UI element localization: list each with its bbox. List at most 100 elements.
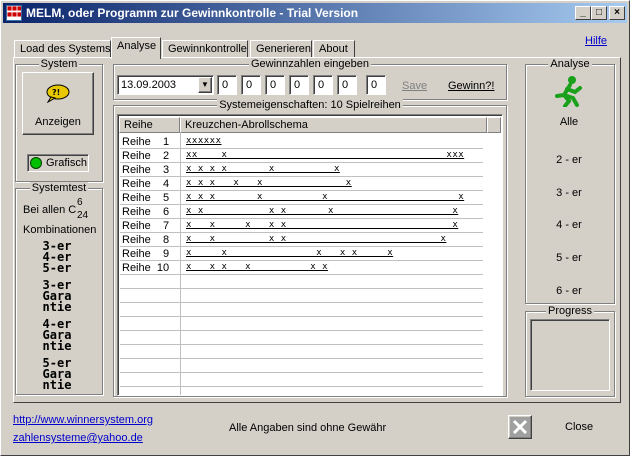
analyse-5er[interactable]: 5 - er [529,252,609,264]
disclaimer-text: Alle Angaben sind ohne Gewähr [229,422,387,434]
row-schema: x x x x x x [186,262,329,272]
number-field-3[interactable]: 0 [265,75,285,95]
table-row[interactable]: Reihe 4 x x x x x x [120,177,483,191]
column-header-reihe[interactable]: Reihe [119,117,180,133]
row-label: Reihe 1 [122,136,170,148]
row-label: Reihe 10 [122,262,170,274]
table-row[interactable]: Reihe 5 x x x x x x [120,191,483,205]
table-row[interactable]: Reihe 3 x x x x x x [120,163,483,177]
number-field-5[interactable]: 0 [313,75,333,95]
row-schema: x x x x x x [186,248,394,258]
c-top-value: 6 [77,197,83,208]
speech-bubble-icon: ?! [46,84,70,103]
row-label: Reihe 8 [122,234,170,246]
row-schema: x x x x x x [186,164,340,174]
zusatzzahl-field[interactable]: 0 [366,75,386,95]
analyse-2er[interactable]: 2 - er [529,154,609,166]
analyse-6er[interactable]: 6 - er [529,285,609,297]
tab-analyse[interactable]: Analyse [111,37,161,59]
table-row[interactable]: Reihe 1 xxxxxx [120,135,483,149]
green-status-icon [30,157,42,169]
table-row[interactable]: Reihe 7 x x x x x x [120,219,483,233]
test-5er-button[interactable]: 5-er [37,262,77,274]
grafisch-toggle[interactable]: Grafisch [27,154,89,172]
anzeigen-label: Anzeigen [35,116,81,128]
save-button[interactable]: Save [402,80,427,92]
systemeigenschaften-title: Systemeigenschaften: 10 Spielreihen [217,99,403,111]
dropdown-arrow-icon[interactable]: ▼ [198,77,212,93]
app-icon: ◼◼◼ ◼◼◼ [6,5,22,21]
minimize-button[interactable]: _ [575,6,591,20]
empty-row [120,373,483,387]
empty-row [120,317,483,331]
row-label: Reihe 6 [122,206,170,218]
row-schema: xxxxxx [186,136,222,146]
table-row[interactable]: Reihe 2 xx x xxx [120,149,483,163]
help-link[interactable]: Hilfe [585,35,607,47]
analyse-alle[interactable]: Alle [529,116,609,128]
row-schema: xx x xxx [186,150,465,160]
row-label: Reihe 2 [122,150,170,162]
row-schema: x x x x x x [186,192,465,202]
email-link[interactable]: zahlensysteme@yahoo.de [13,432,143,444]
c-bottom-value: 24 [77,210,89,221]
table-row[interactable]: Reihe 10 x x x x x x [120,261,483,275]
date-select[interactable]: 13.09.2003 ▼ [117,75,214,95]
website-link[interactable]: http://www.winnersystem.org [13,414,153,426]
anzeigen-button[interactable]: ?! Anzeigen [22,72,94,135]
system-group-title: System [38,58,80,70]
gewinnzahlen-title: Gewinnzahlen eingeben [248,58,372,70]
svg-text:?!: ?! [52,88,60,97]
row-label: Reihe 9 [122,248,170,260]
empty-row [120,289,483,303]
row-label: Reihe 3 [122,164,170,176]
close-window-button[interactable]: × [609,6,625,20]
table-row[interactable]: Reihe 8 x x x x x [120,233,483,247]
running-man-icon[interactable] [553,75,583,107]
title-bar: ◼◼◼ ◼◼◼ MELM, oder Programm zur Gewinnkon… [3,3,627,23]
app-window: ◼◼◼ ◼◼◼ MELM, oder Programm zur Gewinnkon… [0,0,630,456]
row-schema: x x x x x x [186,206,459,216]
bei-allen-label: Bei allen C [23,204,77,216]
empty-row [120,345,483,359]
empty-row [120,275,483,289]
garantie-4er-button[interactable]: 4-er Gara ntie [37,318,77,352]
tab-generieren[interactable]: Generieren [250,40,312,58]
garantie-3er-button[interactable]: 3-er Gara ntie [37,279,77,313]
grafisch-label: Grafisch [46,157,87,169]
close-button[interactable]: Close [565,421,593,433]
analyse-title: Analyse [548,58,592,70]
row-label: Reihe 7 [122,220,170,232]
systemtest-title: Systemtest [29,182,89,194]
close-icon [510,417,530,437]
table-row[interactable]: Reihe 6 x x x x x x [120,205,483,219]
tab-gewinnkontrolle[interactable]: Gewinnkontrolle [162,40,248,58]
row-label: Reihe 5 [122,192,170,204]
kombinationen-label: Kombinationen [23,224,97,236]
garantie-5er-button[interactable]: 5-er Gara ntie [37,357,77,391]
number-field-2[interactable]: 0 [241,75,261,95]
number-field-4[interactable]: 0 [289,75,309,95]
analyse-4er[interactable]: 4 - er [529,219,609,231]
number-field-6[interactable]: 0 [337,75,357,95]
tab-about[interactable]: About [313,40,355,58]
number-field-1[interactable]: 0 [217,75,237,95]
column-header-schema[interactable]: Kreuzchen-Abrollschema [180,117,487,133]
tab-load-system[interactable]: Load des Systems [14,40,111,58]
progress-title: Progress [545,305,595,317]
row-schema: x x x x x x [186,220,459,230]
row-schema: x x x x x [186,234,447,244]
date-value: 13.09.2003 [121,79,177,91]
gewinn-button[interactable]: Gewinn?! [448,80,494,92]
row-label: Reihe 4 [122,178,170,190]
close-x-button[interactable] [508,415,532,439]
window-title: MELM, oder Programm zur Gewinnkontrolle … [26,6,359,20]
maximize-button[interactable]: □ [591,6,607,20]
table-row[interactable]: Reihe 9 x x x x x x [120,247,483,261]
analyse-3er[interactable]: 3 - er [529,187,609,199]
spielreihen-table[interactable]: Reihe Kreuzchen-Abrollschema Reihe 1 xxxx… [117,114,503,396]
empty-row [120,359,483,373]
column-header-extra[interactable] [487,117,501,133]
row-schema: x x x x x x [186,178,352,188]
progress-area [530,319,610,391]
